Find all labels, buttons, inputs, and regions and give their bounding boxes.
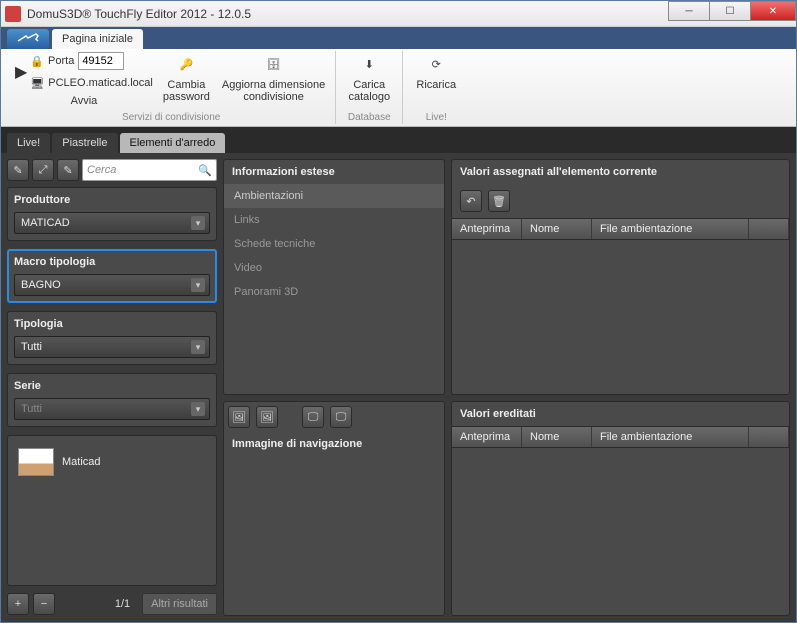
porta-label: Porta: [48, 55, 74, 67]
inner-tabs: Live! Piastrelle Elementi d'arredo: [1, 127, 796, 153]
tipologia-select[interactable]: Tutti ▾: [14, 336, 210, 358]
group-database-label: Database: [344, 111, 394, 124]
page-indicator: 1/1: [115, 598, 130, 610]
info-item-links[interactable]: Links: [224, 208, 444, 232]
minimize-button[interactable]: ─: [668, 1, 710, 21]
nav-image-title: Immagine di navigazione: [224, 432, 444, 456]
key-icon: 🔑: [174, 53, 198, 77]
cambia-password-button[interactable]: 🔑 Cambia password: [161, 51, 212, 105]
tool-button-3[interactable]: ✎: [57, 159, 79, 181]
download-icon: ⬇: [357, 53, 381, 77]
tab-piastrelle[interactable]: Piastrelle: [52, 133, 117, 153]
table-header-current: Anteprima Nome File ambientazione: [452, 218, 789, 240]
filter-macro-tipologia: Macro tipologia BAGNO ▾: [7, 249, 217, 303]
info-item-panorami[interactable]: Panorami 3D: [224, 280, 444, 304]
carica-catalogo-button[interactable]: ⬇ Carica catalogo: [344, 51, 394, 105]
filter-produttore: Produttore MATICAD ▾: [7, 187, 217, 241]
produttore-select[interactable]: MATICAD ▾: [14, 212, 210, 234]
group-servizi-label: Servizi di condivisione: [15, 111, 327, 124]
table-body-current: [452, 240, 789, 394]
add-button[interactable]: +: [7, 593, 29, 615]
close-button[interactable]: ✕: [750, 1, 796, 21]
aggiorna-dimensione-button[interactable]: 🗄 Aggiorna dimensione condivisione: [220, 51, 327, 105]
play-icon[interactable]: ▶: [15, 62, 27, 82]
nav-tool-2[interactable]: 🖼: [256, 406, 278, 428]
search-input[interactable]: Cerca 🔍: [82, 159, 217, 181]
ricarica-button[interactable]: ⟳ Ricarica: [411, 51, 461, 93]
porta-input[interactable]: [78, 52, 124, 70]
avvia-label[interactable]: Avvia: [71, 95, 98, 107]
info-estese-title: Informazioni estese: [224, 160, 444, 184]
window-title: DomuS3D® TouchFly Editor 2012 - 12.0.5: [27, 7, 251, 21]
nav-tool-3[interactable]: 🖵: [302, 406, 324, 428]
valori-correnti-title: Valori assegnati all'elemento corrente: [452, 160, 789, 184]
nav-tool-4[interactable]: 🖵: [330, 406, 352, 428]
tab-pagina-iniziale[interactable]: Pagina iniziale: [52, 29, 143, 49]
title-bar: DomuS3D® TouchFly Editor 2012 - 12.0.5 ─…: [1, 1, 796, 27]
server-icon: 🖥: [30, 77, 44, 90]
lock-icon: 🔒: [30, 55, 44, 68]
tab-live[interactable]: Live!: [7, 133, 50, 153]
chevron-down-icon: ▾: [191, 402, 205, 416]
filter-serie: Serie Tutti ▾: [7, 373, 217, 427]
file-tab[interactable]: [7, 29, 49, 49]
valori-ereditati-title: Valori ereditati: [452, 402, 789, 426]
group-live-label: Live!: [411, 111, 461, 124]
macro-tipologia-select[interactable]: BAGNO ▾: [14, 274, 210, 296]
chevron-down-icon: ▾: [191, 340, 205, 354]
ribbon-tabstrip: Pagina iniziale: [1, 27, 796, 49]
database-icon: 🗄: [262, 53, 286, 77]
info-item-video[interactable]: Video: [224, 256, 444, 280]
info-item-ambientazioni[interactable]: Ambientazioni: [224, 184, 444, 208]
serie-select[interactable]: Tutti ▾: [14, 398, 210, 420]
info-item-schede[interactable]: Schede tecniche: [224, 232, 444, 256]
tab-elementi-arredo[interactable]: Elementi d'arredo: [120, 133, 226, 153]
tool-button-1[interactable]: ✎: [7, 159, 29, 181]
tool-button-2[interactable]: ⤢: [32, 159, 54, 181]
revert-button[interactable]: ↶: [460, 190, 482, 212]
nav-tool-1[interactable]: 🖼: [228, 406, 250, 428]
ribbon: ▶ 🔒 Porta 🖥 PCLEO.maticad.local: [1, 49, 796, 127]
maximize-button[interactable]: ☐: [709, 1, 751, 21]
list-item[interactable]: Maticad: [14, 442, 210, 482]
remove-button[interactable]: −: [33, 593, 55, 615]
filter-tipologia: Tipologia Tutti ▾: [7, 311, 217, 365]
chevron-down-icon: ▾: [191, 216, 205, 230]
table-body-inherited: [452, 448, 789, 615]
search-icon[interactable]: 🔍: [198, 164, 212, 177]
more-results-button[interactable]: Altri risultati: [142, 593, 217, 615]
refresh-icon: ⟳: [424, 53, 448, 77]
app-icon: [5, 6, 21, 22]
results-list: Maticad: [7, 435, 217, 586]
result-thumbnail: [18, 448, 54, 476]
delete-button[interactable]: 🗑: [488, 190, 510, 212]
table-header-inherited: Anteprima Nome File ambientazione: [452, 426, 789, 448]
window-controls: ─ ☐ ✕: [669, 1, 796, 21]
chevron-down-icon: ▾: [191, 278, 205, 292]
host-label: PCLEO.maticad.local: [48, 77, 153, 89]
